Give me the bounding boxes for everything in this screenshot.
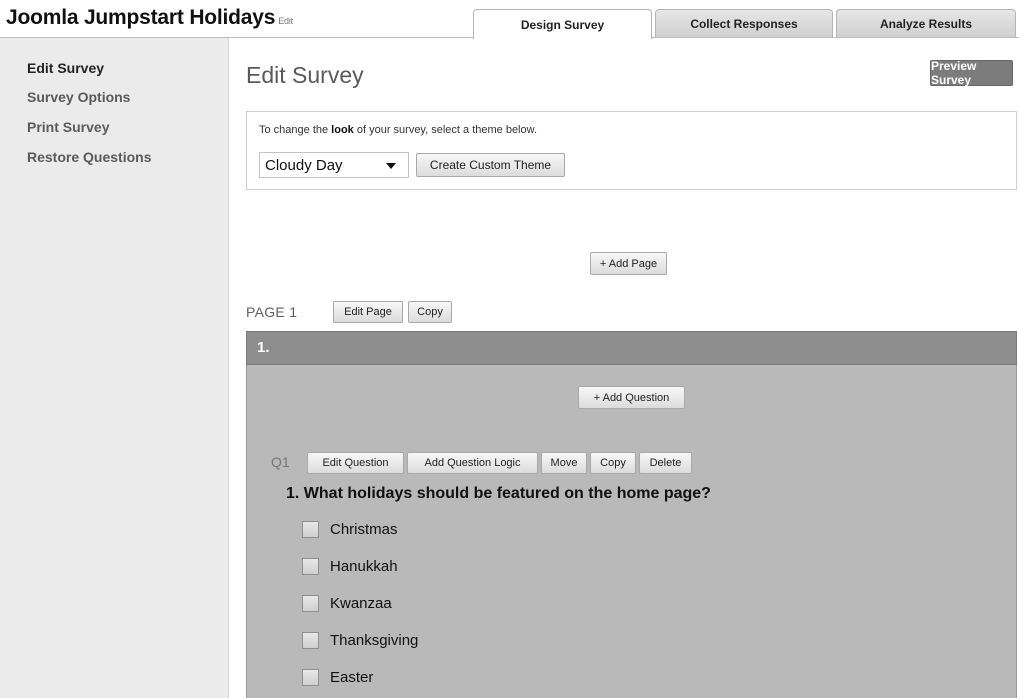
theme-panel: To change the look of your survey, selec… (246, 111, 1017, 190)
tab-analyze-results[interactable]: Analyze Results (836, 9, 1016, 38)
add-question-button[interactable]: + Add Question (578, 386, 685, 409)
chevron-down-icon (386, 163, 396, 169)
create-custom-theme-button[interactable]: Create Custom Theme (416, 153, 565, 177)
add-question-logic-button[interactable]: Add Question Logic (407, 452, 538, 474)
survey-title: Joomla Jumpstart Holidays (6, 6, 276, 29)
copy-question-button[interactable]: Copy (590, 452, 636, 474)
page-label: PAGE 1 (246, 304, 298, 320)
edit-page-button[interactable]: Edit Page (333, 301, 403, 323)
tab-design-survey[interactable]: Design Survey (473, 9, 652, 39)
edit-question-button[interactable]: Edit Question (307, 452, 404, 474)
checkbox-christmas[interactable] (302, 521, 319, 538)
move-question-button[interactable]: Move (541, 452, 587, 474)
theme-text-bold: look (331, 124, 354, 136)
page-header-bar: 1. (246, 331, 1017, 365)
checkbox-kwanzaa[interactable] (302, 595, 319, 612)
copy-page-button[interactable]: Copy (408, 301, 452, 323)
option-label: Easter (330, 669, 374, 686)
option-label: Kwanzaa (330, 595, 392, 612)
option-label: Hanukkah (330, 558, 398, 575)
sidebar: Edit Survey Survey Options Print Survey … (0, 38, 229, 698)
question-text: 1. What holidays should be featured on t… (286, 485, 711, 502)
sidebar-item-restore-questions[interactable]: Restore Questions (27, 149, 151, 165)
theme-instructions: To change the look of your survey, selec… (259, 124, 537, 136)
add-page-button[interactable]: + Add Page (590, 252, 667, 275)
theme-text-start: To change the (259, 124, 332, 136)
checkbox-easter[interactable] (302, 669, 319, 686)
sidebar-item-survey-options[interactable]: Survey Options (27, 89, 130, 105)
page-number: 1. (257, 339, 270, 356)
sidebar-item-edit-survey[interactable]: Edit Survey (27, 60, 104, 76)
delete-question-button[interactable]: Delete (639, 452, 692, 474)
option-label: Thanksgiving (330, 632, 419, 649)
checkbox-hanukkah[interactable] (302, 558, 319, 575)
checkbox-thanksgiving[interactable] (302, 632, 319, 649)
tab-collect-responses[interactable]: Collect Responses (655, 9, 833, 38)
option-label: Christmas (330, 521, 398, 538)
theme-text-end: of your survey, select a theme below. (353, 124, 538, 136)
question-number-label: Q1 (271, 454, 290, 470)
edit-title-link[interactable]: Edit (278, 16, 293, 26)
theme-select[interactable]: Cloudy Day (259, 152, 409, 178)
theme-selected-value: Cloudy Day (265, 157, 343, 174)
app-title: Joomla Jumpstart Holidays Edit (6, 6, 293, 30)
preview-survey-button[interactable]: Preview Survey (930, 59, 1013, 87)
page-title: Edit Survey (246, 62, 364, 88)
sidebar-item-print-survey[interactable]: Print Survey (27, 119, 109, 135)
